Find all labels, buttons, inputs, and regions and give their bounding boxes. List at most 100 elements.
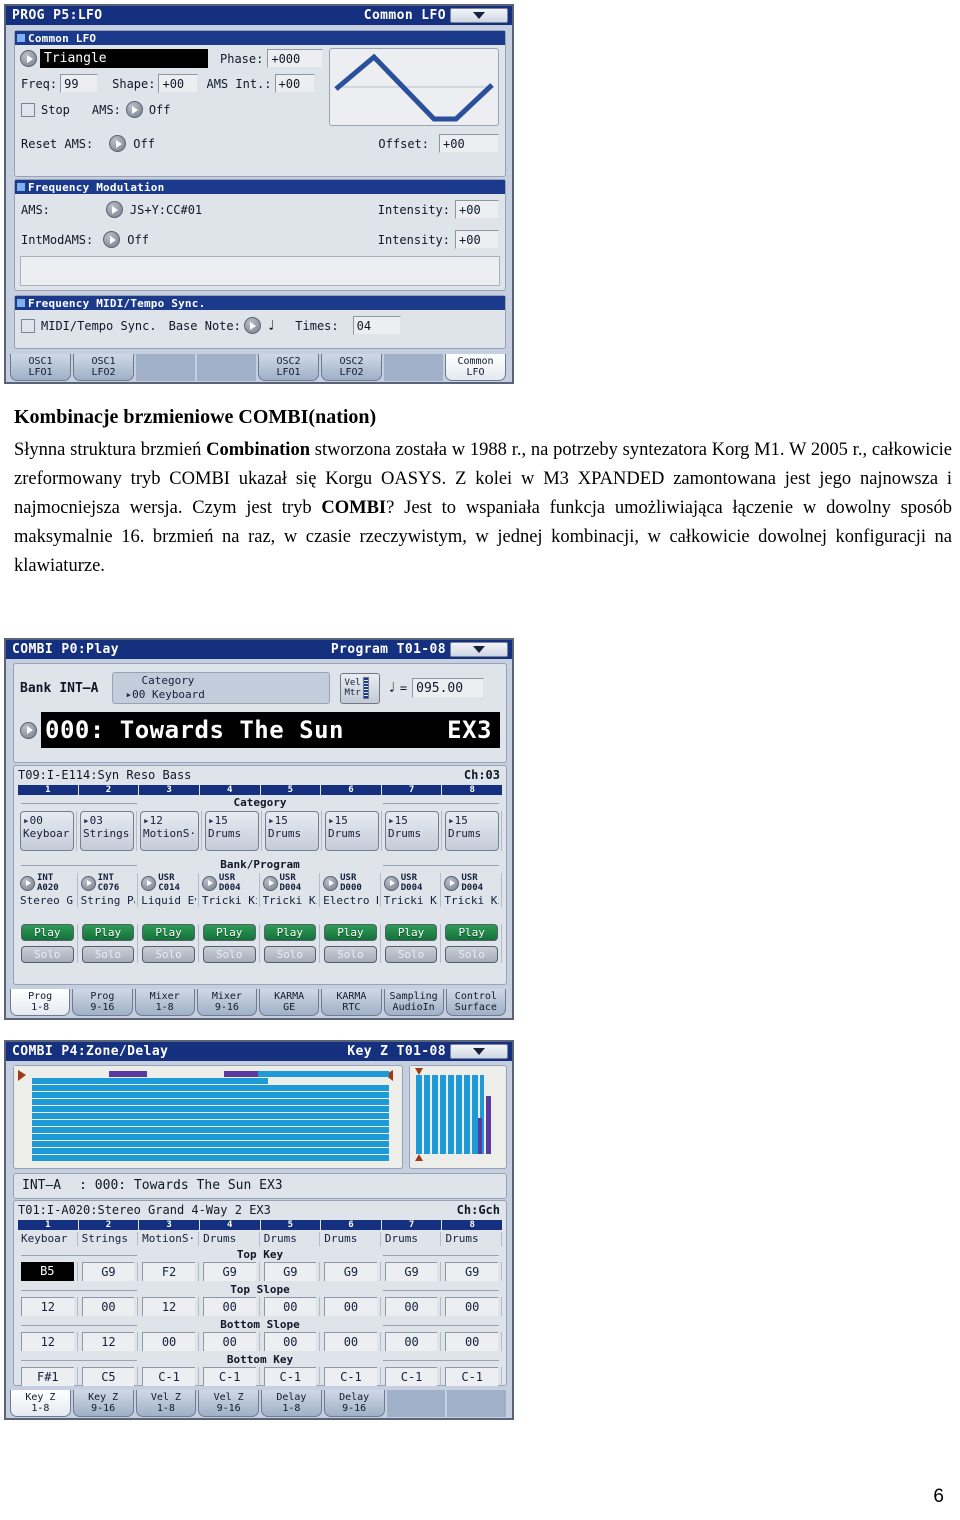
solo-button[interactable]: Solo bbox=[263, 946, 317, 963]
category-selector[interactable]: Category ▸00 Keyboard bbox=[112, 672, 331, 704]
play-button[interactable]: Play bbox=[21, 924, 74, 941]
solo-button[interactable]: Solo bbox=[142, 946, 195, 963]
bottom-key-value[interactable]: C5 bbox=[81, 1367, 135, 1386]
reset-ams-popup-button[interactable] bbox=[109, 135, 127, 152]
times-value[interactable]: 04 bbox=[352, 316, 401, 335]
category-button[interactable]: ▸15 Drums bbox=[384, 811, 439, 851]
bottom-slope-value[interactable]: 00 bbox=[202, 1332, 256, 1351]
bank-program-popup-button[interactable] bbox=[80, 875, 96, 891]
bank-program-popup-button[interactable] bbox=[323, 875, 339, 891]
base-note-popup-button[interactable] bbox=[243, 317, 261, 334]
tab-prog-9-16[interactable]: Prog 9-16 bbox=[72, 989, 133, 1016]
tab-karma-ge[interactable]: KARMA GE bbox=[259, 989, 320, 1016]
top-key-value[interactable]: G9 bbox=[445, 1262, 498, 1281]
play-button[interactable]: Play bbox=[324, 924, 377, 941]
reset-ams-value[interactable]: Off bbox=[133, 137, 155, 151]
bottom-slope-value[interactable]: 00 bbox=[324, 1332, 377, 1351]
tab-osc2-lfo1[interactable]: OSC2 LFO1 bbox=[258, 354, 319, 381]
tab-prog-1-8[interactable]: Prog 1-8 bbox=[10, 989, 71, 1016]
tab-osc1-lfo1[interactable]: OSC1 LFO1 bbox=[10, 354, 71, 381]
waveform-value[interactable]: Triangle bbox=[40, 49, 208, 68]
combi-name-field[interactable]: 000: Towards The Sun EX3 bbox=[41, 712, 500, 748]
top-slope-value[interactable]: 12 bbox=[142, 1297, 195, 1316]
intmodams-value[interactable]: Off bbox=[127, 233, 149, 247]
midi-tempo-sync-checkbox[interactable] bbox=[21, 318, 35, 333]
play-button[interactable]: Play bbox=[384, 924, 438, 941]
top-slope-value[interactable]: 00 bbox=[384, 1297, 438, 1316]
top-slope-value[interactable]: 00 bbox=[445, 1297, 498, 1316]
bank-program-popup-button[interactable] bbox=[201, 875, 217, 891]
tab-vel-z-1-8[interactable]: Vel Z 1-8 bbox=[135, 1390, 197, 1417]
bank-program-popup-button[interactable] bbox=[262, 875, 278, 891]
top-key-value[interactable]: B5 bbox=[21, 1262, 74, 1281]
top-slope-value[interactable]: 00 bbox=[324, 1297, 377, 1316]
bank-program-popup-button[interactable] bbox=[444, 875, 460, 891]
ams-int-value[interactable]: +00 bbox=[274, 74, 315, 93]
fm-ams-value[interactable]: JS+Y:CC#01 bbox=[130, 203, 202, 217]
bottom-slope-value[interactable]: 00 bbox=[445, 1332, 498, 1351]
category-button[interactable]: ▸15 Drums bbox=[324, 811, 379, 851]
bottom-slope-value[interactable]: 00 bbox=[142, 1332, 195, 1351]
top-key-value[interactable]: G9 bbox=[324, 1262, 377, 1281]
top-key-value[interactable]: G9 bbox=[81, 1262, 135, 1281]
tab-control-surface[interactable]: Control Surface bbox=[445, 989, 506, 1016]
tab-karma-rtc[interactable]: KARMA RTC bbox=[321, 989, 382, 1016]
bottom-key-value[interactable]: C-1 bbox=[263, 1367, 317, 1386]
solo-button[interactable]: Solo bbox=[81, 946, 135, 963]
bottom-slope-value[interactable]: 12 bbox=[21, 1332, 74, 1351]
shape-value[interactable]: +00 bbox=[158, 74, 199, 93]
category-button[interactable]: ▸15 Drums bbox=[444, 811, 499, 851]
category-button[interactable]: ▸12 MotionS· bbox=[140, 811, 199, 851]
fm-ams-intensity-value[interactable]: +00 bbox=[455, 200, 499, 219]
freq-value[interactable]: 99 bbox=[60, 74, 99, 93]
solo-button[interactable]: Solo bbox=[202, 946, 256, 963]
top-key-value[interactable]: G9 bbox=[202, 1262, 256, 1281]
velocity-zone-graphic-panel[interactable] bbox=[409, 1065, 507, 1169]
top-slope-value[interactable]: 12 bbox=[21, 1297, 74, 1316]
intmodams-popup-button[interactable] bbox=[103, 231, 121, 248]
waveform-popup-button[interactable] bbox=[20, 50, 37, 67]
top-slope-value[interactable]: 00 bbox=[202, 1297, 256, 1316]
bottom-key-value[interactable]: C-1 bbox=[142, 1367, 195, 1386]
tab-sampling-audioin[interactable]: Sampling AudioIn bbox=[383, 989, 444, 1016]
vel-mtr-button[interactable]: Vel Mtr bbox=[340, 672, 381, 704]
stop-checkbox[interactable] bbox=[21, 102, 35, 117]
page-menu-button[interactable] bbox=[450, 1044, 508, 1059]
play-button[interactable]: Play bbox=[263, 924, 317, 941]
solo-button[interactable]: Solo bbox=[445, 946, 498, 963]
play-button[interactable]: Play bbox=[202, 924, 256, 941]
top-slope-value[interactable]: 00 bbox=[263, 1297, 317, 1316]
offset-value[interactable]: +00 bbox=[439, 134, 499, 153]
solo-button[interactable]: Solo bbox=[384, 946, 438, 963]
bottom-key-value[interactable]: C-1 bbox=[324, 1367, 377, 1386]
bank-program-popup-button[interactable] bbox=[141, 875, 157, 891]
bank-program-popup-button[interactable] bbox=[20, 875, 35, 891]
tab-mixer-1-8[interactable]: Mixer 1-8 bbox=[134, 989, 195, 1016]
play-button[interactable]: Play bbox=[445, 924, 498, 941]
bank-program-popup-button[interactable] bbox=[383, 875, 399, 891]
intmodams-intensity-value[interactable]: +00 bbox=[455, 230, 499, 249]
category-button[interactable]: ▸03 Strings bbox=[80, 811, 134, 851]
ams-value[interactable]: Off bbox=[149, 103, 171, 117]
bottom-key-value[interactable]: C-1 bbox=[202, 1367, 256, 1386]
tab-mixer-9-16[interactable]: Mixer 9-16 bbox=[196, 989, 257, 1016]
top-key-value[interactable]: G9 bbox=[384, 1262, 438, 1281]
bottom-key-value[interactable]: F#1 bbox=[21, 1367, 74, 1386]
tab-vel-z-9-16[interactable]: Vel Z 9-16 bbox=[198, 1390, 259, 1417]
page-menu-button[interactable] bbox=[450, 642, 508, 657]
bottom-slope-value[interactable]: 00 bbox=[384, 1332, 438, 1351]
top-slope-value[interactable]: 00 bbox=[81, 1297, 135, 1316]
category-button[interactable]: ▸15 Drums bbox=[264, 811, 319, 851]
bottom-key-value[interactable]: C-1 bbox=[445, 1367, 498, 1386]
tab-common-lfo[interactable]: Common LFO bbox=[445, 354, 506, 381]
page-menu-button[interactable] bbox=[450, 8, 508, 23]
tab-key-z-1-8[interactable]: Key Z 1-8 bbox=[10, 1390, 71, 1417]
combi-select-popup-button[interactable] bbox=[20, 721, 37, 739]
category-button[interactable]: ▸15 Drums bbox=[204, 811, 259, 851]
top-key-value[interactable]: G9 bbox=[263, 1262, 317, 1281]
tab-osc1-lfo2[interactable]: OSC1 LFO2 bbox=[73, 354, 134, 381]
tab-delay-9-16[interactable]: Delay 9-16 bbox=[323, 1390, 385, 1417]
ams-popup-button[interactable] bbox=[125, 101, 143, 118]
tab-delay-1-8[interactable]: Delay 1-8 bbox=[261, 1390, 322, 1417]
category-button[interactable]: ▸00 Keyboar bbox=[20, 811, 74, 851]
